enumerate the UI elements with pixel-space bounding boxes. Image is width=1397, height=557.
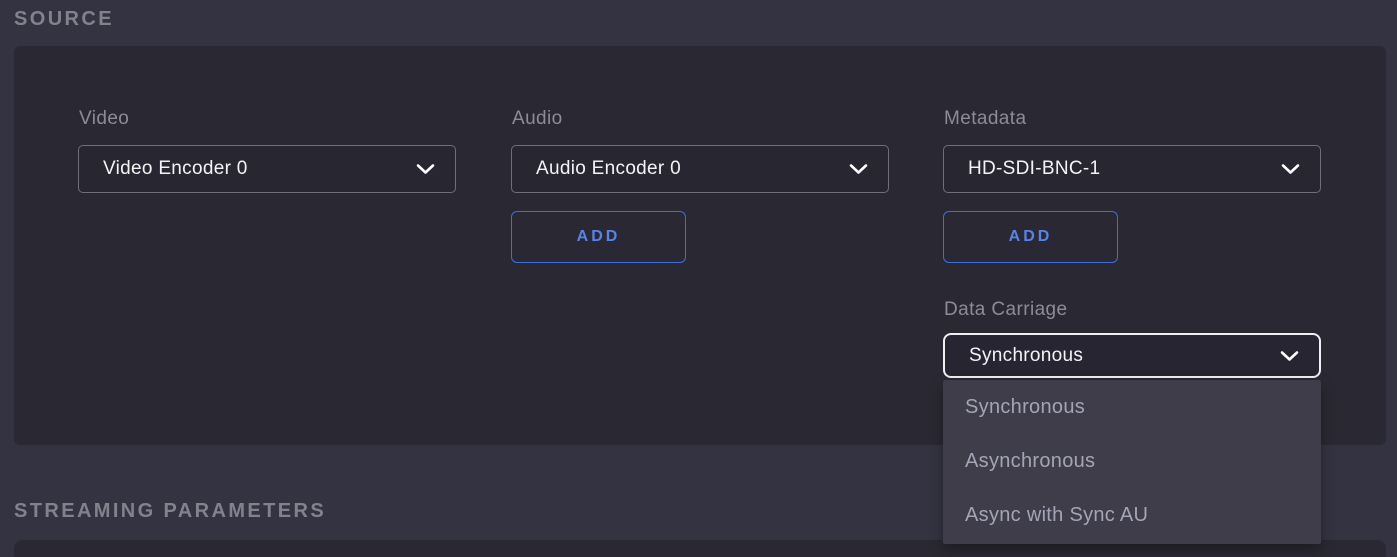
chevron-down-icon [849,164,868,175]
chevron-down-icon [1280,350,1299,361]
dropdown-option-synchronous[interactable]: Synchronous [943,380,1321,434]
data-carriage-dropdown-menu: Synchronous Asynchronous Async with Sync… [943,380,1321,544]
data-carriage-select[interactable]: Synchronous [943,333,1321,378]
chevron-down-icon [416,164,435,175]
dropdown-option-async-with-sync-au[interactable]: Async with Sync AU [943,488,1321,542]
video-label: Video [79,108,129,130]
metadata-add-button[interactable]: ADD [943,211,1118,263]
video-column: Video Video Encoder 0 [78,46,456,445]
page: SOURCE Video Video Encoder 0 Audio Audio… [0,0,1397,557]
streaming-parameters-section-title: STREAMING PARAMETERS [14,500,326,523]
source-panel: Video Video Encoder 0 Audio Audio Encode… [14,46,1386,445]
audio-select[interactable]: Audio Encoder 0 [511,145,889,193]
dropdown-option-asynchronous[interactable]: Asynchronous [943,434,1321,488]
metadata-select[interactable]: HD-SDI-BNC-1 [943,145,1321,193]
audio-select-value: Audio Encoder 0 [512,158,681,180]
data-carriage-select-value: Synchronous [945,345,1083,367]
audio-column: Audio Audio Encoder 0 ADD [511,46,889,445]
metadata-column: Metadata HD-SDI-BNC-1 ADD Data Carriage … [943,46,1321,445]
metadata-select-value: HD-SDI-BNC-1 [944,158,1100,180]
audio-add-button[interactable]: ADD [511,211,686,263]
data-carriage-label: Data Carriage [944,299,1067,321]
chevron-down-icon [1281,164,1300,175]
video-select[interactable]: Video Encoder 0 [78,145,456,193]
video-select-value: Video Encoder 0 [79,158,248,180]
source-section-title: SOURCE [14,8,114,31]
audio-label: Audio [512,108,563,130]
metadata-label: Metadata [944,108,1026,130]
